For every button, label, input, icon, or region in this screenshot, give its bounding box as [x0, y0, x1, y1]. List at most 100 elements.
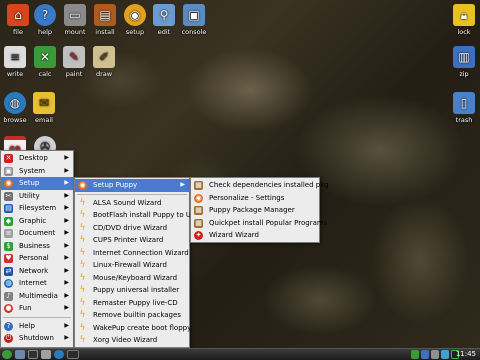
paint-icon: ✎ [63, 46, 85, 68]
menu-item-cd-dvd-wizard[interactable]: ϟ CD/DVD drive Wizard [75, 222, 189, 235]
chevron-right-icon: ▶ [64, 191, 69, 199]
wizard-icon: ϟ [79, 335, 86, 345]
menu-item-desktop[interactable]: ✕ Desktop ▶ [1, 152, 73, 165]
tray-battery-icon[interactable] [441, 350, 449, 359]
lock-icon: 🔒︎ [453, 4, 475, 26]
menu-item-bootflash[interactable]: ϟ BootFlash install Puppy to USB [75, 209, 201, 222]
monitor-icon: ▣ [183, 4, 205, 26]
help-icon: ? [4, 321, 13, 331]
menu-item-document[interactable]: ≡ Document ▶ [1, 227, 73, 240]
chevron-right-icon: ▶ [64, 254, 69, 261]
network-icon: ⇄ [4, 266, 13, 276]
chevron-right-icon: ▶ [64, 204, 69, 211]
chevron-right-icon: ▶ [64, 216, 69, 224]
browser-launcher-icon[interactable] [54, 350, 64, 359]
magnifier-icon: ⚲ [153, 4, 175, 26]
menu-item-graphic[interactable]: ◆ Graphic ▶ [1, 215, 73, 228]
menu-item-multimedia[interactable]: ♪ Multimedia ▶ [1, 290, 73, 303]
menu-item-network[interactable]: ⇄ Network ▶ [1, 265, 73, 278]
desktop-icon-trash[interactable]: ▯ trash [446, 92, 480, 124]
menu-item-check-dependencies[interactable]: ▦ Check dependencies installed pkg [191, 179, 329, 192]
desktop-icon-lock[interactable]: 🔒︎ lock [446, 4, 480, 36]
terminal-launcher-icon[interactable] [28, 350, 38, 359]
menu-item-linux-firewall-wizard[interactable]: ϟ Linux-Firewall Wizard [75, 259, 189, 272]
desktop-icon-email[interactable]: ✉ email [26, 92, 62, 124]
chevron-right-icon: ▶ [64, 291, 69, 299]
menu-item-personal[interactable]: ♥ Personal ▶ [1, 252, 73, 265]
menu-item-alsa-sound-wizard[interactable]: ϟ ALSA Sound Wizard [75, 197, 189, 210]
wizard-icon: ϟ [79, 222, 86, 233]
chevron-right-icon: ▶ [64, 229, 69, 236]
menu-item-help[interactable]: ? Help ▶ [1, 320, 73, 333]
menu-item-internet-connection-wizard[interactable]: ϟ Internet Connection Wizard [75, 247, 189, 260]
wizard-icon: ϟ [79, 285, 86, 295]
spreadsheet-icon: ✕ [34, 46, 56, 68]
menu-item-shutdown[interactable]: ⏻ Shutdown ▶ [1, 332, 73, 345]
envelope-icon: ✉ [33, 92, 55, 114]
desktop-icon-zip[interactable]: ▥ zip [446, 46, 480, 78]
chevron-right-icon: ▶ [180, 181, 185, 188]
internet-icon: ◍ [4, 279, 13, 288]
chevron-right-icon: ▶ [64, 154, 69, 161]
globe-icon: ◍ [4, 92, 26, 114]
settings-icon: ◉ [194, 193, 203, 203]
chevron-right-icon: ▶ [64, 166, 69, 174]
menu-item-mouse-keyboard-wizard[interactable]: ϟ Mouse/Keyboard Wizard [75, 272, 189, 285]
menu-item-setup[interactable]: ◉ Setup ▶ [1, 177, 73, 190]
menu-item-puppy-package-manager[interactable]: ▦ Puppy Package Manager [191, 204, 319, 217]
menu-item-filesystem[interactable]: ▤ Filesystem ▶ [1, 202, 73, 215]
wizard-icon: ϟ [79, 235, 86, 245]
setup-icon: ◉ [124, 4, 146, 26]
menu-item-puppy-universal-installer[interactable]: ϟ Puppy universal installer [75, 284, 189, 297]
desktop-icon-console[interactable]: ▣ console [176, 4, 212, 36]
chevron-right-icon: ▶ [64, 334, 69, 341]
personal-icon: ♥ [4, 254, 13, 263]
wizard-icon: ϟ [79, 210, 86, 220]
wizard-icon: ϟ [79, 322, 86, 333]
desktop-icon-draw[interactable]: ✐ draw [86, 46, 122, 78]
file-manager-launcher-icon[interactable] [41, 350, 51, 359]
graphic-icon: ◆ [4, 216, 13, 226]
menu-item-internet[interactable]: ◍ Internet ▶ [1, 277, 73, 290]
menu-item-system[interactable]: ▣ System ▶ [1, 165, 73, 178]
setup-submenu: ◉ Setup Puppy ▶ ϟ ALSA Sound Wizard ϟ BootFl… [74, 177, 201, 348]
workspace-pager[interactable] [67, 350, 79, 359]
menu-item-xorg-video-wizard[interactable]: ϟ Xorg Video Wizard [75, 334, 189, 347]
system-icon: ▣ [4, 166, 13, 176]
drive-icon: ▭ [64, 4, 86, 26]
business-icon: $ [4, 241, 13, 251]
package-icon: ▦ [194, 181, 203, 190]
tray-network-icon[interactable] [421, 350, 429, 359]
wizard-icon: ϟ [79, 197, 86, 208]
menu-item-remove-builtin-packages[interactable]: ϟ Remove builtin packages [75, 309, 189, 322]
fun-icon: ● [4, 304, 13, 313]
multimedia-icon: ♪ [4, 291, 13, 301]
start-menu-button[interactable] [2, 350, 12, 359]
menu-item-fun[interactable]: ● Fun ▶ [1, 302, 73, 315]
document-icon: ≡ [4, 46, 26, 68]
puppy-icon: ◉ [78, 181, 87, 190]
menu-item-wizard-wizard[interactable]: ✦ Wizard Wizard [191, 229, 319, 242]
menu-item-wakepup[interactable]: ϟ WakePup create boot floppy [75, 322, 192, 335]
clock[interactable]: 11:45 [456, 349, 476, 360]
menu-item-personalize-settings[interactable]: ◉ Personalize - Settings [191, 192, 319, 205]
menu-item-setup-puppy[interactable]: ◉ Setup Puppy ▶ [75, 179, 189, 192]
wizard-icon: ϟ [79, 297, 86, 308]
briefcase-icon: ▤ [94, 4, 116, 26]
tray-volume-icon[interactable] [431, 350, 439, 359]
tray-update-icon[interactable] [411, 350, 419, 359]
setup-puppy-submenu: ▦ Check dependencies installed pkg ◉ Perso… [190, 177, 329, 243]
filesystem-icon: ▤ [4, 204, 13, 213]
trash-icon: ▯ [453, 92, 475, 114]
menu-item-remaster-puppy[interactable]: ϟ Remaster Puppy live-CD [75, 297, 189, 310]
chevron-right-icon: ▶ [64, 241, 69, 249]
menu-item-business[interactable]: $ Business ▶ [1, 240, 73, 253]
menu-item-utility[interactable]: ✂ Utility ▶ [1, 190, 73, 203]
desktop-switch-button[interactable] [15, 350, 25, 359]
menu-item-quickpet[interactable]: ▦ Quickpet install Popular Programs [191, 217, 327, 230]
menu-item-cups-printer-wizard[interactable]: ϟ CUPS Printer Wizard [75, 234, 189, 247]
chevron-right-icon: ▶ [64, 321, 69, 329]
chevron-right-icon: ▶ [64, 266, 69, 274]
document-icon: ≡ [4, 229, 13, 238]
chevron-right-icon: ▶ [64, 179, 69, 186]
